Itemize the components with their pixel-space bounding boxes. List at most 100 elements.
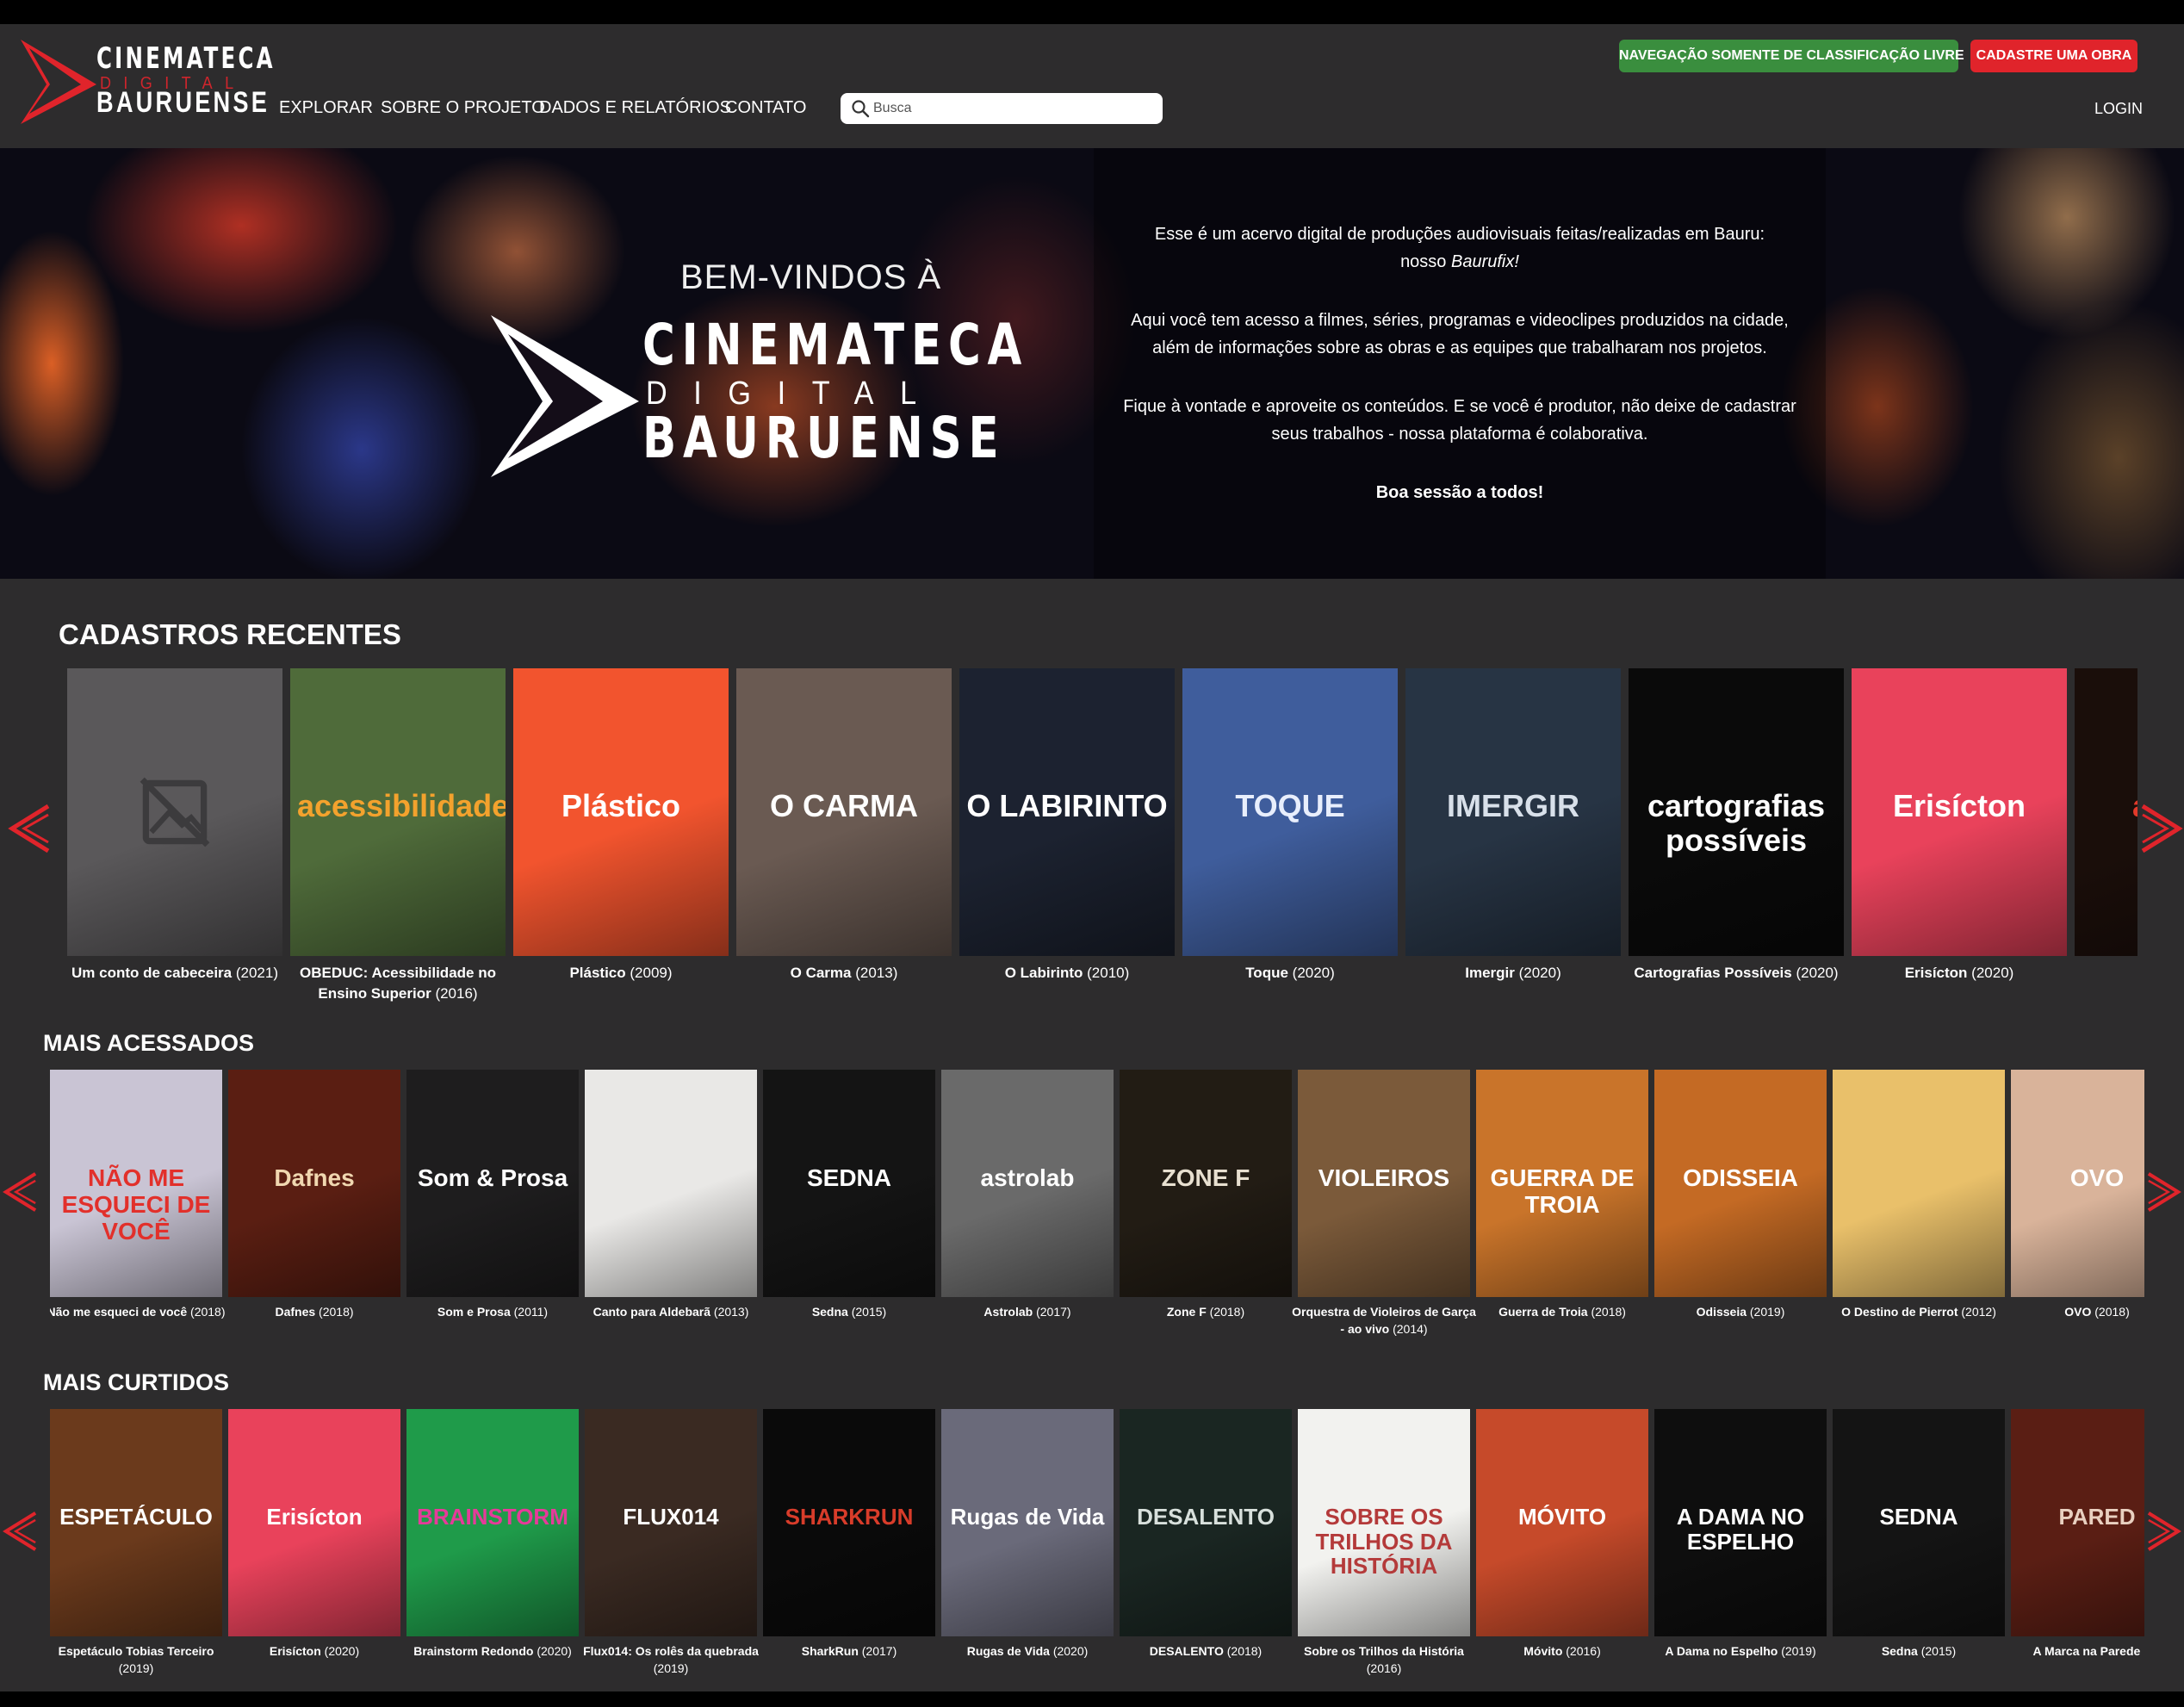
work-caption[interactable]: Brainstorm Redondo (2020) <box>400 1643 586 1660</box>
work-poster[interactable]: ESPETÁCULO <box>50 1409 222 1636</box>
work-caption[interactable]: Móvito (2016) <box>1469 1643 1655 1660</box>
work-poster[interactable]: PARED <box>2011 1409 2144 1636</box>
work-poster[interactable]: ODISSEIA <box>1654 1070 1827 1297</box>
work-card[interactable]: Erisícton Erisícton (2020) <box>1852 668 2067 1013</box>
nav-contato[interactable]: CONTATO <box>725 98 806 118</box>
work-card[interactable]: Um conto de cabeceira (2021) <box>67 668 282 1013</box>
work-poster[interactable]: TOQUE <box>1182 668 1398 956</box>
work-poster[interactable]: Dafnes <box>228 1070 400 1297</box>
work-card[interactable]: Dafnes Dafnes (2018) <box>228 1070 400 1356</box>
work-caption[interactable]: Flux014: Os rolês da quebrada (2019) <box>578 1643 764 1677</box>
work-poster[interactable]: GUERRA DE TROIA <box>1476 1070 1648 1297</box>
site-logo[interactable]: CINEMATECA DIGITAL BAURUENSE <box>21 40 273 124</box>
work-poster[interactable]: MÓVITO <box>1476 1409 1648 1636</box>
work-caption[interactable]: Erisícton (2020) <box>221 1643 407 1660</box>
work-card[interactable]: OVO OVO (2018) <box>2011 1070 2144 1356</box>
work-poster[interactable]: VIOLEIROS <box>1298 1070 1470 1297</box>
work-poster[interactable] <box>1833 1070 2005 1297</box>
nav-sobre-o-projeto[interactable]: SOBRE O PROJETO <box>381 98 545 118</box>
work-caption[interactable]: DESALENTO (2018) <box>1113 1643 1299 1660</box>
work-card[interactable]: TOQUE Toque (2020) <box>1182 668 1398 1013</box>
work-poster[interactable]: a mulh <box>2075 668 2137 956</box>
work-poster[interactable]: IMERGIR <box>1405 668 1621 956</box>
work-caption[interactable]: Erisícton (2020) <box>1845 963 2074 984</box>
work-poster[interactable]: Erisícton <box>228 1409 400 1636</box>
work-card[interactable]: SEDNA Sedna (2015) <box>763 1070 935 1356</box>
work-caption[interactable]: Astrolab (2017) <box>934 1304 1120 1321</box>
work-poster[interactable]: SEDNA <box>763 1070 935 1297</box>
work-caption[interactable]: Espetáculo Tobias Terceiro (2019) <box>50 1643 229 1677</box>
work-poster[interactable]: DESALENTO <box>1120 1409 1292 1636</box>
work-caption[interactable]: OBEDUC: Acessibilidade no Ensino Superio… <box>283 963 512 1004</box>
work-card[interactable]: ZONE F Zone F (2018) <box>1120 1070 1292 1356</box>
work-caption[interactable]: Rugas de Vida (2020) <box>934 1643 1120 1660</box>
work-caption[interactable]: Guerra de Troia (2018) <box>1469 1304 1655 1321</box>
work-poster[interactable]: O LABIRINTO <box>959 668 1175 956</box>
work-card[interactable]: O Destino de Pierrot (2012) <box>1833 1070 2005 1356</box>
work-card[interactable]: acessibilidade OBEDUC: Acessibilidade no … <box>290 668 506 1013</box>
work-card[interactable]: NÃO ME ESQUECI DE VOCÊ Não me esqueci de … <box>50 1070 226 1356</box>
work-poster[interactable]: A DAMA NO ESPELHO <box>1654 1409 1827 1636</box>
work-card[interactable]: Som & Prosa Som e Prosa (2011) <box>406 1070 579 1356</box>
work-caption[interactable]: Zone F (2018) <box>1113 1304 1299 1321</box>
work-poster[interactable]: astrolab <box>941 1070 1114 1297</box>
work-caption[interactable]: Imergir (2020) <box>1399 963 1628 984</box>
work-card[interactable]: O LABIRINTO O Labirinto (2010) <box>959 668 1175 1013</box>
work-caption[interactable]: Não me esqueci de você (2018) <box>50 1304 229 1321</box>
work-caption[interactable]: Orquestra de Violeiros de Garça - ao viv… <box>1291 1304 1477 1338</box>
work-caption[interactable]: Dafnes (2018) <box>221 1304 407 1321</box>
work-caption[interactable]: Toque (2020) <box>1176 963 1405 984</box>
work-caption[interactable]: Sobre os Trilhos da História (2016) <box>1291 1643 1477 1677</box>
work-card[interactable]: PAREDA Marca na Parede (20 <box>2011 1409 2144 1685</box>
work-caption[interactable]: Odisseia (2019) <box>1647 1304 1833 1321</box>
work-card[interactable]: O CARMA O Carma (2013) <box>736 668 952 1013</box>
work-poster[interactable]: NÃO ME ESQUECI DE VOCÊ <box>50 1070 222 1297</box>
work-card[interactable]: ESPETÁCULO Espetáculo Tobias Terceiro (20… <box>50 1409 222 1685</box>
carousel-recent-next-arrow-icon[interactable] <box>2137 803 2184 854</box>
work-poster[interactable]: ZONE F <box>1120 1070 1292 1297</box>
work-caption[interactable]: O Labirinto (2010) <box>952 963 1182 984</box>
work-poster[interactable] <box>585 1070 757 1297</box>
work-poster[interactable]: Plástico <box>513 668 729 956</box>
work-card[interactable]: VIOLEIROS Orquestra de Violeiros de Garça… <box>1292 1070 1476 1356</box>
work-poster[interactable]: Som & Prosa <box>406 1070 579 1297</box>
nav-dados-e-relatorios[interactable]: DADOS E RELATÓRIOS <box>539 98 731 118</box>
work-card[interactable]: Rugas de Vida Rugas de Vida (2020) <box>941 1409 1114 1685</box>
work-card[interactable]: ODISSEIA Odisseia (2019) <box>1654 1070 1827 1356</box>
work-poster[interactable]: SOBRE OS TRILHOS DA HISTÓRIA <box>1298 1409 1470 1636</box>
work-caption[interactable]: Canto para Aldebarã (2013) <box>578 1304 764 1321</box>
work-caption[interactable]: O Destino de Pierrot (2012) <box>1826 1304 2012 1321</box>
work-poster[interactable]: OVO <box>2011 1070 2144 1297</box>
work-caption[interactable]: A MUL <box>2068 963 2137 984</box>
work-caption[interactable]: Um conto de cabeceira (2021) <box>67 963 289 984</box>
work-card[interactable]: cartografias possíveis Cartografias Possí… <box>1629 668 1844 1013</box>
work-caption[interactable]: A Marca na Parede (20 <box>2004 1643 2144 1660</box>
work-poster[interactable]: FLUX014 <box>585 1409 757 1636</box>
search-input[interactable] <box>873 93 1149 124</box>
work-caption[interactable]: O Carma (2013) <box>729 963 959 984</box>
work-card[interactable]: SEDNA Sedna (2015) <box>1833 1409 2005 1685</box>
carousel-most-liked-prev-arrow-icon[interactable] <box>2 1509 40 1554</box>
login-link[interactable]: LOGIN <box>2094 100 2143 118</box>
carousel-most-liked-next-arrow-icon[interactable] <box>2144 1509 2182 1554</box>
work-card[interactable]: IMERGIR Imergir (2020) <box>1405 668 1621 1013</box>
work-poster[interactable]: SEDNA <box>1833 1409 2005 1636</box>
work-card[interactable]: Plástico Plástico (2009) <box>513 668 729 1013</box>
work-caption[interactable]: Cartografias Possíveis (2020) <box>1622 963 1851 984</box>
work-card[interactable]: astrolab Astrolab (2017) <box>941 1070 1114 1356</box>
work-card[interactable]: GUERRA DE TROIA Guerra de Troia (2018) <box>1476 1070 1648 1356</box>
work-card[interactable]: SOBRE OS TRILHOS DA HISTÓRIA Sobre os Tri… <box>1298 1409 1470 1685</box>
work-card[interactable]: Canto para Aldebarã (2013) <box>585 1070 757 1356</box>
work-card[interactable]: SHARKRUN SharkRun (2017) <box>763 1409 935 1685</box>
work-poster[interactable]: O CARMA <box>736 668 952 956</box>
work-card[interactable]: A DAMA NO ESPELHO A Dama no Espelho (2019… <box>1654 1409 1827 1685</box>
work-caption[interactable]: A Dama no Espelho (2019) <box>1647 1643 1833 1660</box>
carousel-most-accessed-next-arrow-icon[interactable] <box>2144 1170 2182 1214</box>
work-caption[interactable]: SharkRun (2017) <box>756 1643 942 1660</box>
work-poster[interactable]: SHARKRUN <box>763 1409 935 1636</box>
work-poster[interactable]: BRAINSTORM <box>406 1409 579 1636</box>
work-card[interactable]: a mulhA MUL <box>2075 668 2137 1013</box>
work-poster[interactable]: Rugas de Vida <box>941 1409 1114 1636</box>
classification-filter-button[interactable]: NAVEGAÇÃO SOMENTE DE CLASSIFICAÇÃO LIVRE <box>1619 40 1964 72</box>
search-box[interactable] <box>841 93 1163 124</box>
